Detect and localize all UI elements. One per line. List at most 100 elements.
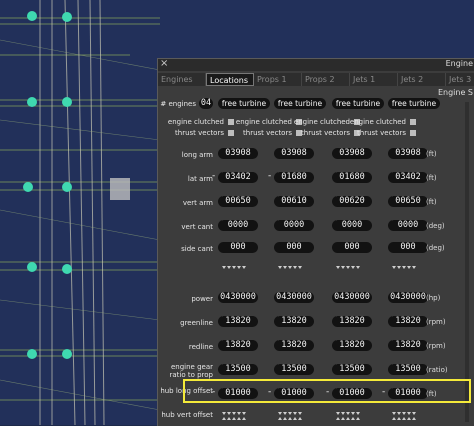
field-label: vert cant	[181, 223, 213, 231]
numeric-field[interactable]: 13500	[388, 364, 428, 375]
numeric-field[interactable]: 01680	[274, 172, 314, 183]
thrust-vectors-checkbox[interactable]	[410, 130, 416, 136]
numeric-field[interactable]: 03908	[218, 148, 258, 159]
numeric-field[interactable]: 000	[388, 242, 428, 253]
numeric-field[interactable]: 000	[332, 242, 372, 253]
numeric-field[interactable]: 03908	[388, 148, 428, 159]
numeric-field[interactable]: 13500	[218, 364, 258, 375]
field-label: long arm	[181, 151, 213, 159]
unit-label: (ft)	[426, 198, 437, 206]
unit-label: (ft)	[426, 390, 437, 398]
numeric-field[interactable]: 13820	[274, 316, 314, 327]
window-title: Engine	[445, 59, 473, 68]
engine-clutched-checkbox[interactable]	[410, 119, 416, 125]
numeric-field[interactable]: 000	[218, 242, 258, 253]
numeric-field[interactable]: 0000	[274, 220, 314, 231]
numeric-field[interactable]: 0430000	[218, 292, 258, 303]
engine-clutched-label: engine clutched	[349, 118, 406, 126]
tab-jets-1[interactable]: Jets 1	[350, 73, 398, 86]
section-title: Engine S	[437, 88, 473, 97]
unit-label: (deg)	[426, 244, 445, 252]
sign-indicator: -	[382, 387, 386, 397]
sign-indicator: -	[326, 387, 330, 397]
numeric-field[interactable]: 000	[274, 242, 314, 253]
unit-label: (ratio)	[426, 366, 448, 374]
increment-arrows[interactable]	[392, 405, 420, 420]
engine-type-select[interactable]: free turbine	[274, 98, 326, 109]
numeric-field[interactable]: 03908	[332, 148, 372, 159]
engine-type-select[interactable]: free turbine	[218, 98, 270, 109]
unit-label: (rpm)	[426, 318, 446, 326]
tab-bar: Engines Locations Props 1 Props 2 Jets 1…	[158, 73, 474, 87]
aircraft-wireframe	[0, 0, 160, 425]
engine-count-field[interactable]: 04	[199, 98, 213, 109]
increment-arrows[interactable]	[336, 405, 364, 420]
increment-arrows[interactable]	[222, 405, 250, 420]
numeric-field[interactable]: 0000	[332, 220, 372, 231]
field-label: redline	[188, 343, 213, 351]
tab-jets-2[interactable]: Jets 2	[398, 73, 446, 86]
numeric-field[interactable]: 0000	[388, 220, 428, 231]
tab-props-1[interactable]: Props 1	[254, 73, 302, 86]
engine-panel: × Engine Engines Locations Props 1 Props…	[157, 58, 474, 426]
numeric-field[interactable]: 0000	[218, 220, 258, 231]
numeric-field[interactable]: 0430000	[388, 292, 428, 303]
numeric-field[interactable]: 01000	[274, 388, 314, 399]
engine-type-select[interactable]: free turbine	[332, 98, 384, 109]
numeric-field[interactable]: 00610	[274, 196, 314, 207]
unit-label: (ft)	[426, 174, 437, 182]
tab-props-2[interactable]: Props 2	[302, 73, 350, 86]
unit-label: (deg)	[426, 222, 445, 230]
field-label: vert arm	[182, 199, 213, 207]
scrollbar[interactable]	[465, 102, 469, 422]
numeric-field[interactable]: 03402	[388, 172, 428, 183]
numeric-field[interactable]: 0430000	[274, 292, 314, 303]
thrust-vectors-label: thrust vectors	[175, 129, 224, 137]
field-label: power	[191, 295, 213, 303]
tab-engines[interactable]: Engines	[158, 73, 206, 86]
numeric-field[interactable]: 00650	[218, 196, 258, 207]
numeric-field[interactable]: 13820	[388, 316, 428, 327]
numeric-field[interactable]: 01000	[218, 388, 258, 399]
numeric-field[interactable]: 00620	[332, 196, 372, 207]
numeric-field[interactable]: 13820	[274, 340, 314, 351]
numeric-field[interactable]: 13500	[274, 364, 314, 375]
engine-count-label: # engines	[160, 100, 196, 108]
numeric-field[interactable]: 01680	[332, 172, 372, 183]
sign-indicator: -	[212, 387, 216, 397]
tab-locations[interactable]: Locations	[206, 73, 254, 86]
panel-titlebar[interactable]: × Engine	[158, 58, 474, 71]
decrement-arrows[interactable]	[336, 254, 364, 269]
field-label: hub vert offset	[161, 411, 213, 419]
unit-label: (hp)	[426, 294, 441, 302]
sign-indicator: -	[212, 171, 216, 181]
engine-type-select[interactable]: free turbine	[388, 98, 440, 109]
tab-jets-3[interactable]: Jets 3	[446, 73, 474, 86]
numeric-field[interactable]: 13820	[332, 316, 372, 327]
numeric-field[interactable]: 13820	[332, 340, 372, 351]
field-label: greenline	[180, 319, 213, 327]
sign-indicator: -	[268, 171, 272, 181]
thrust-vectors-label: thrust vectors	[357, 129, 406, 137]
numeric-field[interactable]: 13820	[218, 316, 258, 327]
increment-arrows[interactable]	[278, 405, 306, 420]
numeric-field[interactable]: 0430000	[332, 292, 372, 303]
close-icon[interactable]: ×	[160, 58, 168, 69]
unit-label: (rpm)	[426, 342, 446, 350]
numeric-field[interactable]: 13820	[388, 340, 428, 351]
engine-clutched-label: engine clutched	[167, 118, 224, 126]
field-label: lat arm	[187, 175, 213, 183]
decrement-arrows[interactable]	[278, 254, 306, 269]
numeric-field[interactable]: 00650	[388, 196, 428, 207]
numeric-field[interactable]: 13500	[332, 364, 372, 375]
numeric-field[interactable]: 13820	[218, 340, 258, 351]
field-label: side cant	[181, 245, 213, 253]
numeric-field[interactable]: 03402	[218, 172, 258, 183]
field-label: engine gear ratio to prop	[169, 363, 213, 379]
decrement-arrows[interactable]	[222, 254, 250, 269]
numeric-field[interactable]: 01000	[332, 388, 372, 399]
numeric-field[interactable]: 03908	[274, 148, 314, 159]
decrement-arrows[interactable]	[392, 254, 420, 269]
numeric-field[interactable]: 01000	[388, 388, 428, 399]
unit-label: (ft)	[426, 150, 437, 158]
